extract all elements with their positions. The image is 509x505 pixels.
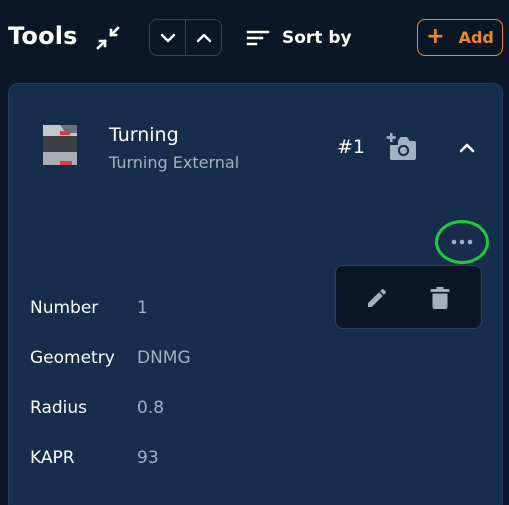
property-value-geometry: DNMG — [137, 348, 191, 368]
toolbar: Tools Sort by + Add — [0, 0, 509, 78]
more-options-button[interactable] — [435, 220, 489, 264]
action-menu — [335, 265, 482, 329]
tool-type: Turning External — [109, 153, 240, 172]
navigation-group — [149, 19, 222, 56]
property-value-kapr: 93 — [137, 448, 159, 468]
tool-number-badge: #1 — [337, 136, 366, 158]
pencil-icon — [368, 288, 387, 307]
tool-card: Turning Turning External #1 Number 1 Geo… — [8, 83, 503, 505]
property-value-radius: 0.8 — [137, 398, 165, 418]
turning-tool-icon — [43, 125, 77, 165]
edit-button[interactable] — [363, 284, 391, 312]
collapse-arrows-icon — [96, 26, 120, 50]
add-photo-camera-icon — [386, 133, 416, 160]
add-label: Add — [458, 28, 494, 47]
next-button[interactable] — [150, 20, 185, 55]
chevron-down-icon — [160, 33, 175, 42]
page-title: Tools — [8, 22, 78, 50]
previous-button[interactable] — [185, 20, 221, 55]
collapse-card-button[interactable] — [453, 134, 481, 162]
delete-button[interactable] — [427, 284, 453, 312]
plus-icon: + — [426, 23, 445, 49]
sort-label: Sort by — [282, 28, 352, 48]
property-label-kapr: KAPR — [30, 448, 75, 468]
more-horizontal-icon — [451, 239, 473, 245]
chevron-up-icon — [459, 143, 475, 153]
property-label-radius: Radius — [30, 398, 88, 418]
collapse-all-button[interactable] — [92, 22, 124, 54]
add-photo-button[interactable] — [385, 131, 419, 163]
sort-lines-icon — [246, 30, 270, 46]
property-label-number: Number — [30, 298, 99, 318]
chevron-up-icon — [196, 33, 211, 42]
sort-button[interactable]: Sort by — [246, 22, 352, 54]
tool-name: Turning — [109, 124, 179, 146]
property-label-geometry: Geometry — [30, 348, 115, 368]
trash-icon — [430, 287, 450, 309]
property-value-number: 1 — [137, 298, 148, 318]
add-button[interactable]: + Add — [417, 19, 503, 56]
